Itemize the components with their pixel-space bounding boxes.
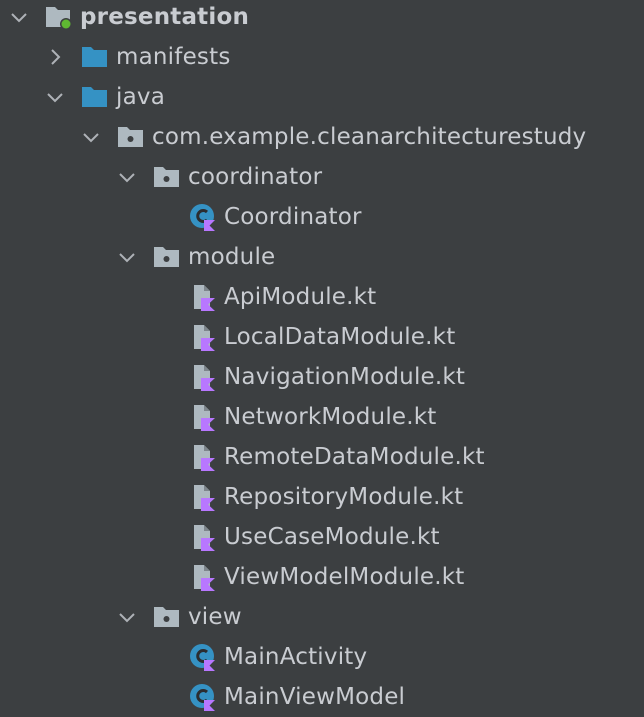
kotlin-file-icon (188, 522, 218, 552)
tree-item-label: manifests (116, 44, 231, 70)
kotlin-file-icon (188, 442, 218, 472)
tree-row-kotlin-file[interactable]: ViewModelModule.kt (0, 557, 644, 597)
kotlin-class-icon (188, 202, 218, 232)
kotlin-file-icon (188, 362, 218, 392)
tree-item-label: NetworkModule.kt (224, 404, 437, 430)
project-tree: presentation manifests java com.example.… (0, 0, 644, 712)
kotlin-class-icon (188, 642, 218, 672)
package-icon (116, 122, 146, 152)
folder-icon (80, 82, 110, 112)
tree-item-label: java (116, 84, 165, 110)
tree-row-presentation[interactable]: presentation (0, 0, 644, 37)
chevron-down-icon[interactable] (116, 606, 138, 628)
chevron-right-icon[interactable] (44, 46, 66, 68)
tree-row-main-activity[interactable]: MainActivity (0, 637, 644, 677)
chevron-down-icon[interactable] (116, 166, 138, 188)
folder-icon (80, 42, 110, 72)
kotlin-file-icon (188, 482, 218, 512)
module-folder-icon (44, 2, 74, 32)
tree-row-kotlin-file[interactable]: RemoteDataModule.kt (0, 437, 644, 477)
package-icon (152, 242, 182, 272)
tree-row-kotlin-file[interactable]: NavigationModule.kt (0, 357, 644, 397)
tree-row-kotlin-file[interactable]: NetworkModule.kt (0, 397, 644, 437)
kotlin-file-icon (188, 402, 218, 432)
tree-item-label: LocalDataModule.kt (224, 324, 456, 350)
chevron-down-icon[interactable] (80, 126, 102, 148)
tree-item-label: presentation (80, 4, 250, 30)
tree-row-module-package[interactable]: module (0, 237, 644, 277)
kotlin-file-icon (188, 282, 218, 312)
tree-item-label: ApiModule.kt (224, 284, 377, 310)
package-icon (152, 162, 182, 192)
kotlin-file-icon (188, 322, 218, 352)
tree-item-label: RepositoryModule.kt (224, 484, 464, 510)
tree-row-java[interactable]: java (0, 77, 644, 117)
kotlin-file-icon (188, 562, 218, 592)
chevron-down-icon[interactable] (116, 246, 138, 268)
tree-item-label: Coordinator (224, 204, 362, 230)
tree-item-label: coordinator (188, 164, 323, 190)
tree-row-kotlin-file[interactable]: LocalDataModule.kt (0, 317, 644, 357)
tree-row-package[interactable]: com.example.cleanarchitecturestudy (0, 117, 644, 157)
tree-row-coordinator-package[interactable]: coordinator (0, 157, 644, 197)
tree-row-main-view-model[interactable]: MainViewModel (0, 677, 644, 717)
package-icon (152, 602, 182, 632)
tree-row-manifests[interactable]: manifests (0, 37, 644, 77)
tree-row-kotlin-file[interactable]: ApiModule.kt (0, 277, 644, 317)
tree-row-kotlin-file[interactable]: UseCaseModule.kt (0, 517, 644, 557)
tree-row-kotlin-file[interactable]: RepositoryModule.kt (0, 477, 644, 517)
kotlin-class-icon (188, 682, 218, 712)
tree-item-label: MainViewModel (224, 684, 406, 710)
tree-row-coordinator-class[interactable]: Coordinator (0, 197, 644, 237)
chevron-down-icon[interactable] (44, 86, 66, 108)
tree-item-label: MainActivity (224, 644, 368, 670)
tree-item-label: view (188, 604, 242, 630)
tree-item-label: ViewModelModule.kt (224, 564, 465, 590)
tree-item-label: module (188, 244, 276, 270)
tree-item-label: UseCaseModule.kt (224, 524, 440, 550)
tree-item-label: RemoteDataModule.kt (224, 444, 485, 470)
tree-row-view-package[interactable]: view (0, 597, 644, 637)
tree-item-label: NavigationModule.kt (224, 364, 466, 390)
tree-item-label: com.example.cleanarchitecturestudy (152, 124, 587, 150)
chevron-down-icon[interactable] (8, 6, 30, 28)
